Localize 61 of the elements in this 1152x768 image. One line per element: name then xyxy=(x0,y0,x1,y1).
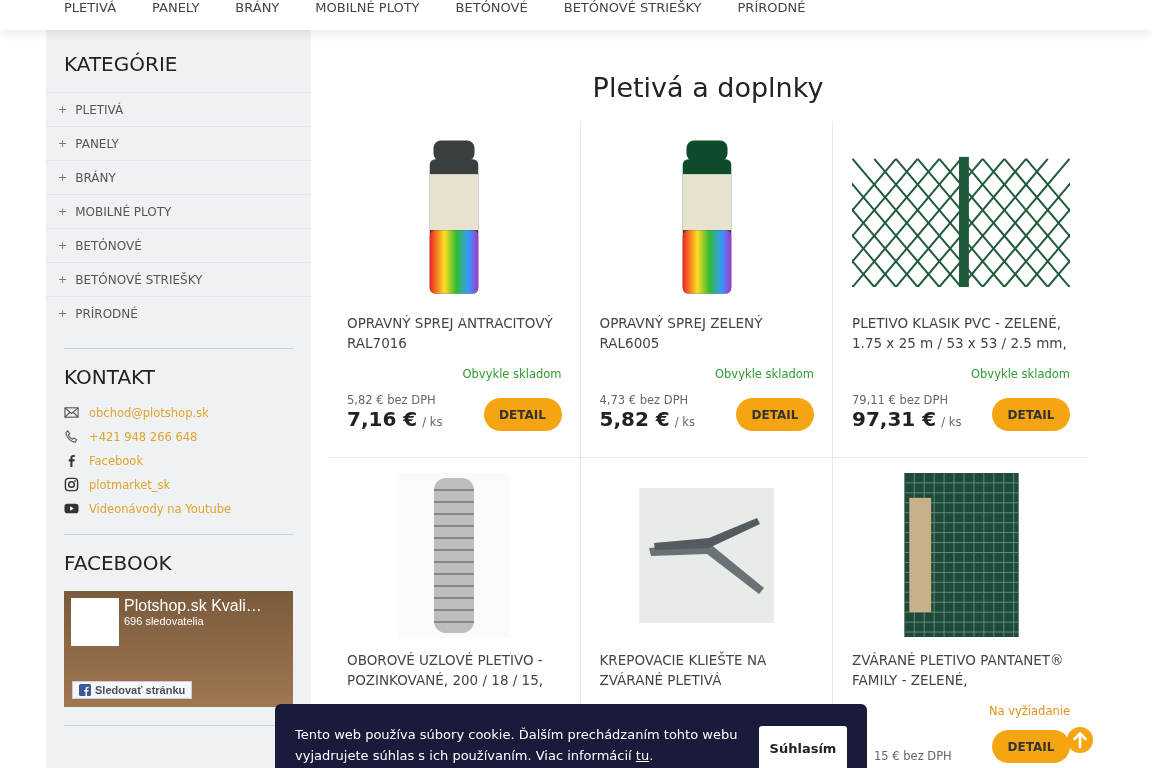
follow-page-button[interactable]: Sledovať stránku xyxy=(72,681,193,699)
instagram-icon xyxy=(64,477,79,492)
availability-status: Obvykle skladom xyxy=(461,367,562,381)
availability-status: Obvykle skladom xyxy=(970,367,1070,381)
category-link[interactable]: BETÓNOVÉ STRIEŠKY xyxy=(75,272,203,287)
scroll-to-top-icon[interactable] xyxy=(1066,726,1094,754)
product-name[interactable]: OPRAVNÝ SPREJ ANTRACITOVÝ RAL7016 xyxy=(347,313,562,353)
page-heading: Pletivá a doplnky xyxy=(591,72,825,103)
nav-link[interactable]: BETÓNOVÉ xyxy=(455,0,528,30)
category-link[interactable]: MOBILNÉ PLOTY xyxy=(75,204,172,219)
nav-link[interactable]: BRÁNY xyxy=(235,0,280,30)
plus-icon: + xyxy=(58,307,68,320)
plus-icon: + xyxy=(58,171,68,184)
price-without-vat: 4,73 € bez DPH xyxy=(599,393,690,407)
cookie-notice-text: Tento web používa súbory cookie. Ďalším prechádzaním tohto webu vyjadrujete súhlas s ich používaním. Viac informácií tu. xyxy=(295,726,739,765)
envelope-icon xyxy=(64,405,79,420)
price-unit: / ks xyxy=(674,415,695,429)
nav-link[interactable]: MOBILNÉ PLOTY xyxy=(315,0,420,30)
follower-count: 696 sledovatelia xyxy=(124,615,205,627)
price-unit: / ks xyxy=(422,415,443,429)
price-without-vat: 79,11 € bez DPH xyxy=(852,393,950,407)
detail-button[interactable]: DETAIL xyxy=(992,398,1070,431)
price-without-vat: 15 € bez DPH xyxy=(874,749,952,763)
availability-status: Obvykle skladom xyxy=(714,367,814,381)
nav-link[interactable]: PRÍRODNÉ xyxy=(737,0,806,30)
page-name[interactable]: Plotshop.sk Kvali… xyxy=(124,597,262,615)
nav-link[interactable]: PLETIVÁ xyxy=(64,0,117,30)
product-name[interactable]: KREPOVACIE KLIEŠTE NA ZVÁRANÉ PLETIVÁ xyxy=(599,650,814,690)
category-link[interactable]: BRÁNY xyxy=(75,170,116,185)
product-name[interactable]: OBOROVÉ UZLOVÉ PLETIVO - POZINKOVANÉ, 200 / 18 / 15, xyxy=(347,650,562,690)
price: 7,16 € xyxy=(347,407,418,431)
plus-icon: + xyxy=(58,273,68,286)
facebook-icon xyxy=(79,684,91,696)
price-without-vat: 5,82 € bez DPH xyxy=(347,393,437,407)
plus-icon: + xyxy=(58,103,68,116)
category-link[interactable]: PLETIVÁ xyxy=(75,102,124,117)
price: 5,82 € xyxy=(599,407,670,431)
category-link[interactable]: BETÓNOVÉ xyxy=(75,238,142,253)
nav-link[interactable]: BETÓNOVÉ STRIEŠKY xyxy=(563,0,702,30)
detail-button[interactable]: DETAIL xyxy=(483,398,562,431)
section-title: KATEGÓRIE xyxy=(64,52,179,76)
availability-status: Na vyžiadanie xyxy=(987,704,1070,718)
category-link[interactable]: PRÍRODNÉ xyxy=(75,306,138,321)
product-name[interactable]: ZVÁRANÉ PLETIVO PANTANET® FAMILY - ZELENÉ, xyxy=(852,650,1070,690)
nav-link[interactable]: PANELY xyxy=(152,0,200,30)
detail-button[interactable]: DETAIL xyxy=(736,398,814,431)
section-title: FACEBOOK xyxy=(64,551,173,575)
plus-icon: + xyxy=(58,137,68,150)
price: 97,31 € xyxy=(852,407,937,431)
price-unit: / ks xyxy=(941,415,962,429)
category-link[interactable]: PANELY xyxy=(75,136,119,151)
more-info-link[interactable]: tu xyxy=(635,748,650,763)
plus-icon: + xyxy=(58,205,68,218)
youtube-icon xyxy=(64,501,79,516)
product-name[interactable]: OPRAVNÝ SPREJ ZELENÝ RAL6005 xyxy=(599,313,814,353)
section-title: KONTAKT xyxy=(64,365,156,389)
plus-icon: + xyxy=(58,239,68,252)
phone-icon xyxy=(64,429,79,444)
accept-cookies-button[interactable]: Súhlasím xyxy=(759,726,847,768)
product-name[interactable]: PLETIVO KLASIK PVC - ZELENÉ, 1.75 x 25 m / 53 x 53 / 2.5 mm, xyxy=(852,313,1070,353)
detail-button[interactable]: DETAIL xyxy=(992,730,1070,763)
